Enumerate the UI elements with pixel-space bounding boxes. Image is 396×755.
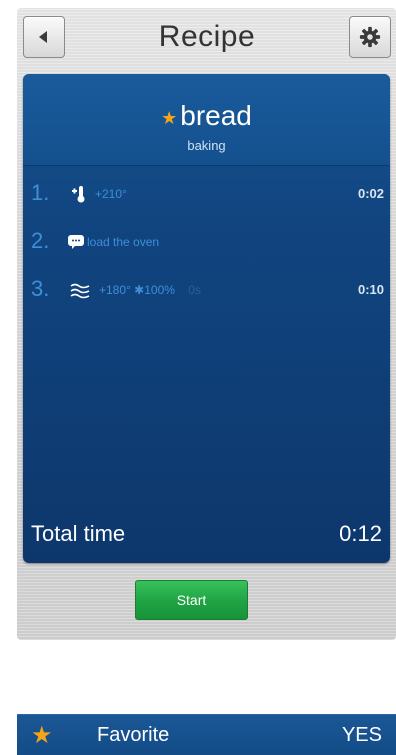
favorite-label: Favorite bbox=[97, 724, 170, 746]
recipe-step-1[interactable]: 1. +210° 0:02 bbox=[23, 178, 390, 218]
back-arrow-icon bbox=[39, 31, 47, 43]
step-parameters: +180° ✱100% 0s bbox=[99, 283, 201, 297]
recipe-name: bread bbox=[180, 100, 252, 131]
total-time-value: 0:12 bbox=[339, 521, 382, 546]
back-button[interactable] bbox=[23, 16, 65, 58]
step-parameters: +210° bbox=[95, 187, 127, 201]
oven-control-panel: Recipe ★ bread baking 1. +210° 0:02 2. l… bbox=[17, 8, 396, 640]
recipe-header: ★ bread baking bbox=[23, 74, 390, 166]
hot-air-icon bbox=[70, 283, 90, 299]
total-time-bar: Total time 0:12 bbox=[23, 511, 390, 563]
favorite-value: YES bbox=[341, 724, 382, 746]
total-time-label: Total time bbox=[31, 521, 126, 546]
step-number: 1. bbox=[31, 180, 50, 205]
recipe-step-2[interactable]: 2. load the oven bbox=[23, 226, 390, 266]
recipe-screen: ★ bread baking 1. +210° 0:02 2. load the… bbox=[23, 74, 390, 563]
page-title: Recipe bbox=[158, 20, 256, 53]
step-number: 2. bbox=[31, 228, 50, 253]
message-icon bbox=[68, 235, 84, 249]
settings-button[interactable] bbox=[349, 16, 391, 58]
recipe-title[interactable]: ★ bread bbox=[23, 100, 390, 132]
gear-icon bbox=[359, 26, 381, 48]
step-number: 3. bbox=[31, 276, 50, 301]
step-temp-humidity: +180° ✱100% bbox=[99, 283, 175, 297]
probe-thermometer-icon bbox=[72, 186, 85, 203]
recipe-step-3[interactable]: 3. +180° ✱100% 0s 0:10 bbox=[23, 274, 390, 314]
top-bar: Recipe bbox=[17, 8, 396, 70]
step-delay: 0s bbox=[188, 283, 201, 297]
step-duration: 0:02 bbox=[357, 186, 384, 201]
star-icon: ★ bbox=[31, 722, 53, 749]
favorite-star-icon: ★ bbox=[161, 108, 178, 128]
step-parameters: load the oven bbox=[87, 235, 160, 249]
start-button[interactable]: Start bbox=[135, 580, 248, 620]
recipe-category: baking bbox=[187, 138, 226, 153]
step-duration: 0:10 bbox=[357, 282, 384, 297]
favorite-row[interactable]: ★ Favorite YES bbox=[17, 714, 396, 755]
